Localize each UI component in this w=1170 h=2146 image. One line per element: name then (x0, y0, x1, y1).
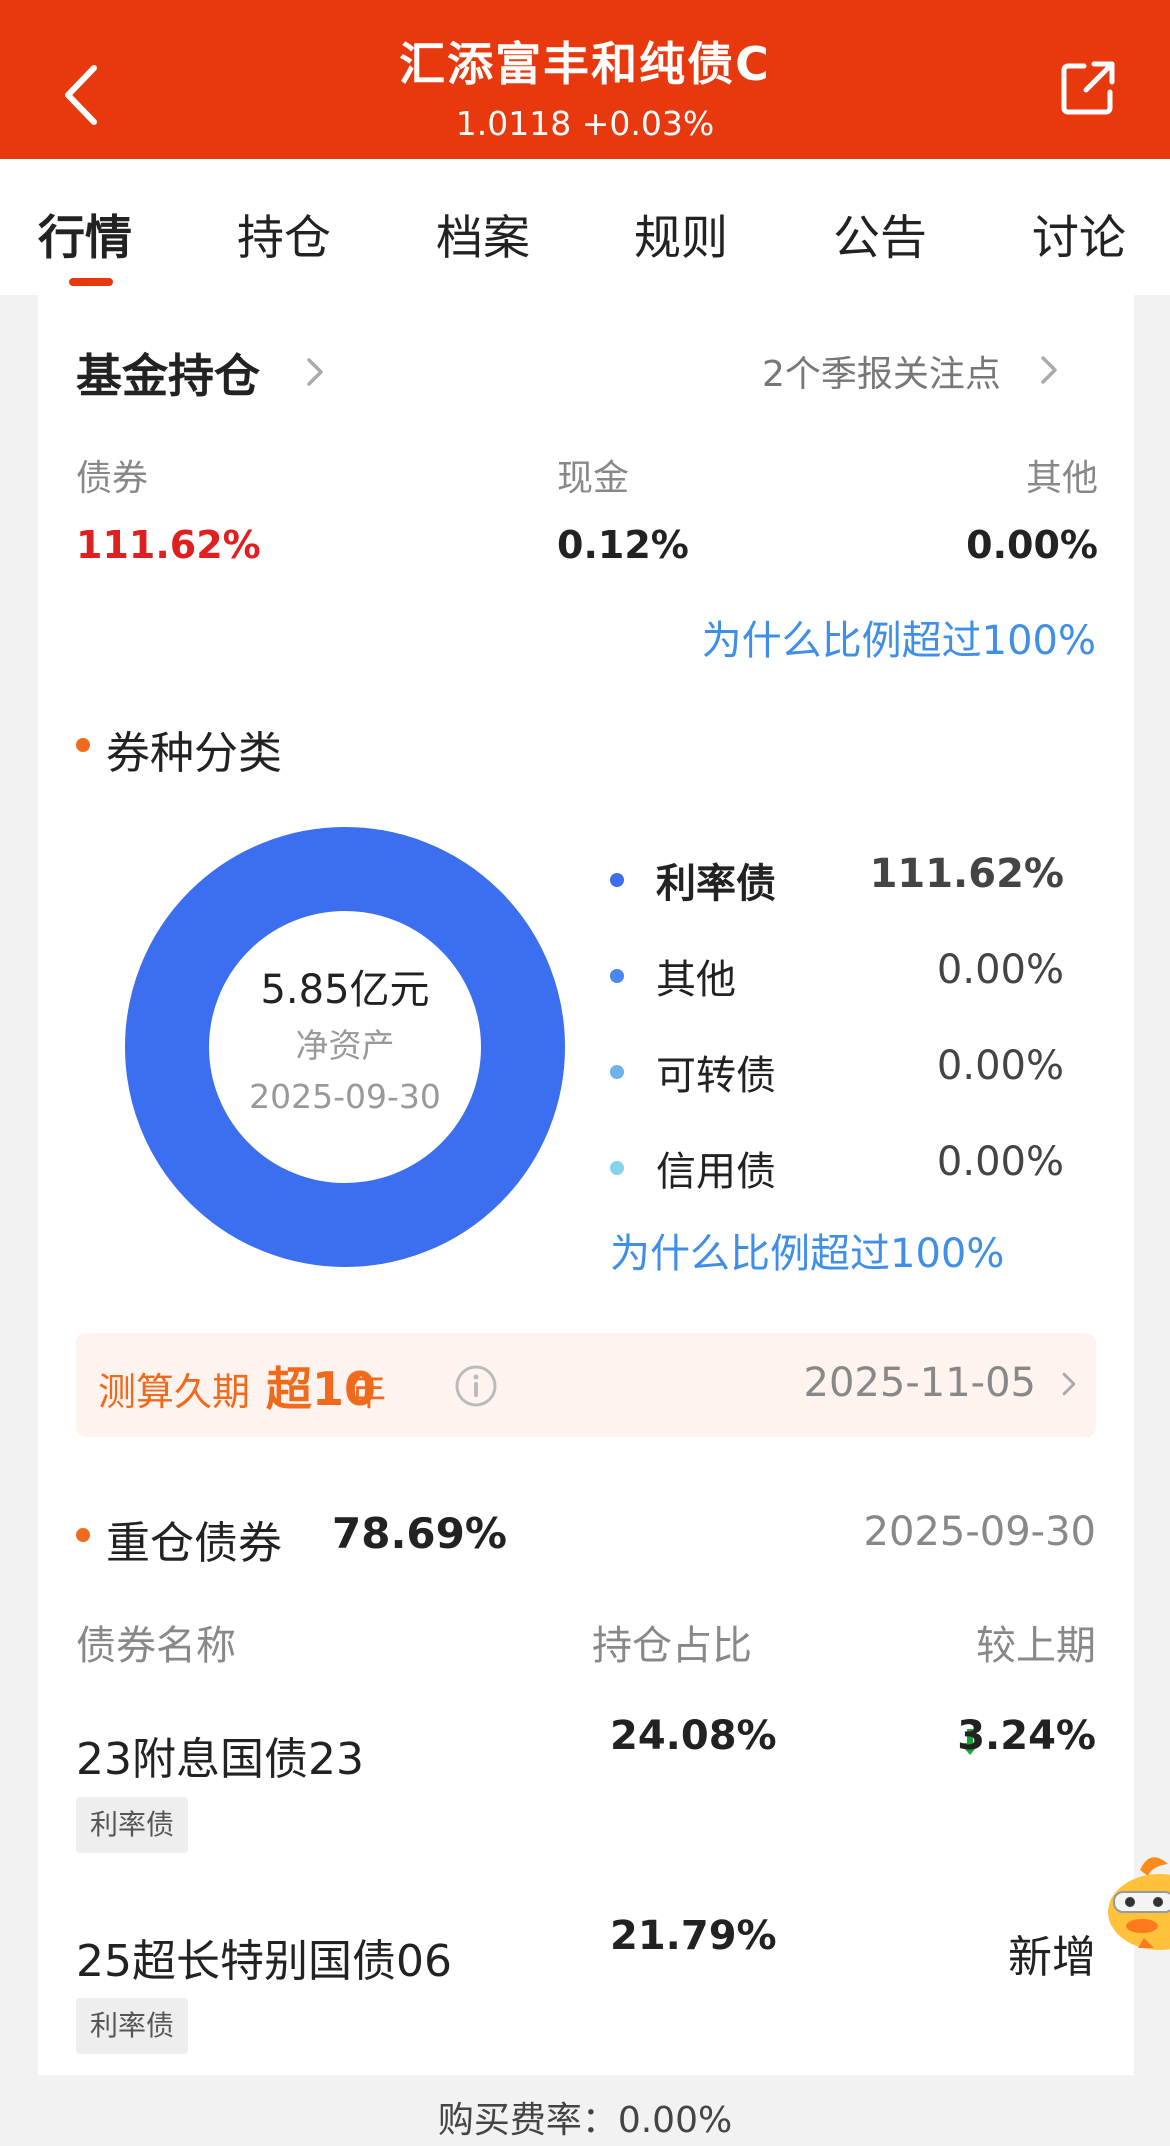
heavy-holdings-date: 2025-09-30 (863, 1509, 1096, 1555)
asset-value-bond: 111.62% (76, 523, 261, 567)
fund-title: 汇添富丰和纯债C (399, 37, 771, 91)
bond-pct: 24.08% (610, 1713, 777, 1759)
fund-nav-change: 1.0118 +0.03% (455, 104, 715, 143)
bond-name[interactable]: 23附息国债23 (76, 1723, 364, 1787)
tab-market[interactable]: 行情 (38, 199, 132, 268)
bond-pct: 21.79% (610, 1913, 777, 1959)
bond-name[interactable]: 25超长特别国债06 (76, 1925, 452, 1989)
app-header: 汇添富丰和纯债C 1.0118 +0.03% (0, 0, 1170, 159)
legend-value-credit: 0.00% (936, 1139, 1064, 1185)
tab-rules[interactable]: 规则 (634, 199, 728, 268)
net-assets-label: 净资产 (295, 1026, 395, 1065)
legend-name-other: 其他 (656, 957, 736, 1003)
chevron-right-icon (1062, 1372, 1076, 1396)
heavy-holdings-title: 重仓债券 (106, 1518, 282, 1569)
quarter-report-link[interactable]: 2个季报关注点 (762, 345, 1001, 397)
info-icon[interactable] (454, 1364, 498, 1408)
asset-label-cash: 现金 (557, 458, 630, 499)
donut-center: 5.85亿元 净资产 2025-09-30 (125, 827, 565, 1267)
legend-dot-convertible (610, 1065, 624, 1079)
active-tab-indicator (69, 278, 113, 286)
legend-value-other: 0.00% (936, 947, 1064, 993)
legend-name-convertible: 可转债 (656, 1053, 776, 1099)
mascot-icon[interactable] (1100, 1842, 1170, 1952)
asset-label-other: 其他 (1025, 458, 1098, 499)
duration-date: 2025-11-05 (803, 1360, 1036, 1406)
chevron-right-icon[interactable] (1038, 353, 1060, 387)
bond-change: 3.24% (957, 1713, 1096, 1759)
tab-announcements[interactable]: 公告 (833, 199, 927, 268)
heavy-holdings-total: 78.69% (332, 1509, 507, 1558)
purchase-fee-rate: 购买费率：0.00% (437, 2100, 733, 2141)
legend-dot-rate-bond (610, 873, 624, 887)
share-icon[interactable] (1058, 58, 1118, 118)
legend-name-rate-bond: 利率债 (656, 861, 776, 907)
chevron-right-icon[interactable] (304, 355, 326, 389)
tab-profile[interactable]: 档案 (436, 199, 530, 268)
col-header-name: 债券名称 (76, 1623, 236, 1669)
legend-value-rate-bond: 111.62% (869, 851, 1064, 897)
duration-banner[interactable]: 测算久期 超10 年 2025-11-05 (76, 1333, 1096, 1437)
col-header-change: 较上期 (976, 1623, 1096, 1669)
legend-name-credit: 信用债 (656, 1149, 776, 1195)
asset-value-other: 0.00% (966, 523, 1098, 567)
bond-tag: 利率债 (76, 1797, 189, 1853)
net-assets-date: 2025-09-30 (249, 1077, 441, 1116)
footer-bar: 购买费率：0.00% (0, 2075, 1170, 2146)
legend-dot-credit (610, 1161, 624, 1175)
asset-value-cash: 0.12% (557, 523, 689, 567)
asset-label-bond: 债券 (76, 458, 149, 499)
classification-title: 券种分类 (106, 728, 282, 779)
section-dot (76, 738, 90, 752)
holdings-title[interactable]: 基金持仓 (76, 340, 260, 406)
legend-dot-other (610, 969, 624, 983)
tab-discussion[interactable]: 讨论 (1032, 199, 1126, 268)
tab-holdings[interactable]: 持仓 (237, 199, 331, 268)
net-assets-value: 5.85亿元 (260, 967, 430, 1013)
duration-unit: 年 (348, 1370, 387, 1414)
bond-new-label: 新增 (1008, 1932, 1096, 1983)
why-over-100-link[interactable]: 为什么比例超过100% (702, 608, 1096, 666)
legend-value-convertible: 0.00% (936, 1043, 1064, 1089)
duration-label: 测算久期 (98, 1370, 251, 1414)
tab-bar: 行情 持仓 档案 规则 公告 讨论 (0, 159, 1170, 295)
bond-tag: 利率债 (76, 1998, 189, 2054)
why-over-100-link-2[interactable]: 为什么比例超过100% (610, 1221, 1004, 1279)
holdings-card: 基金持仓 2个季报关注点 债券 111.62% 现金 0.12% 其他 0.00… (38, 295, 1134, 2075)
col-header-pct: 持仓占比 (592, 1623, 752, 1669)
section-dot (76, 1528, 90, 1542)
